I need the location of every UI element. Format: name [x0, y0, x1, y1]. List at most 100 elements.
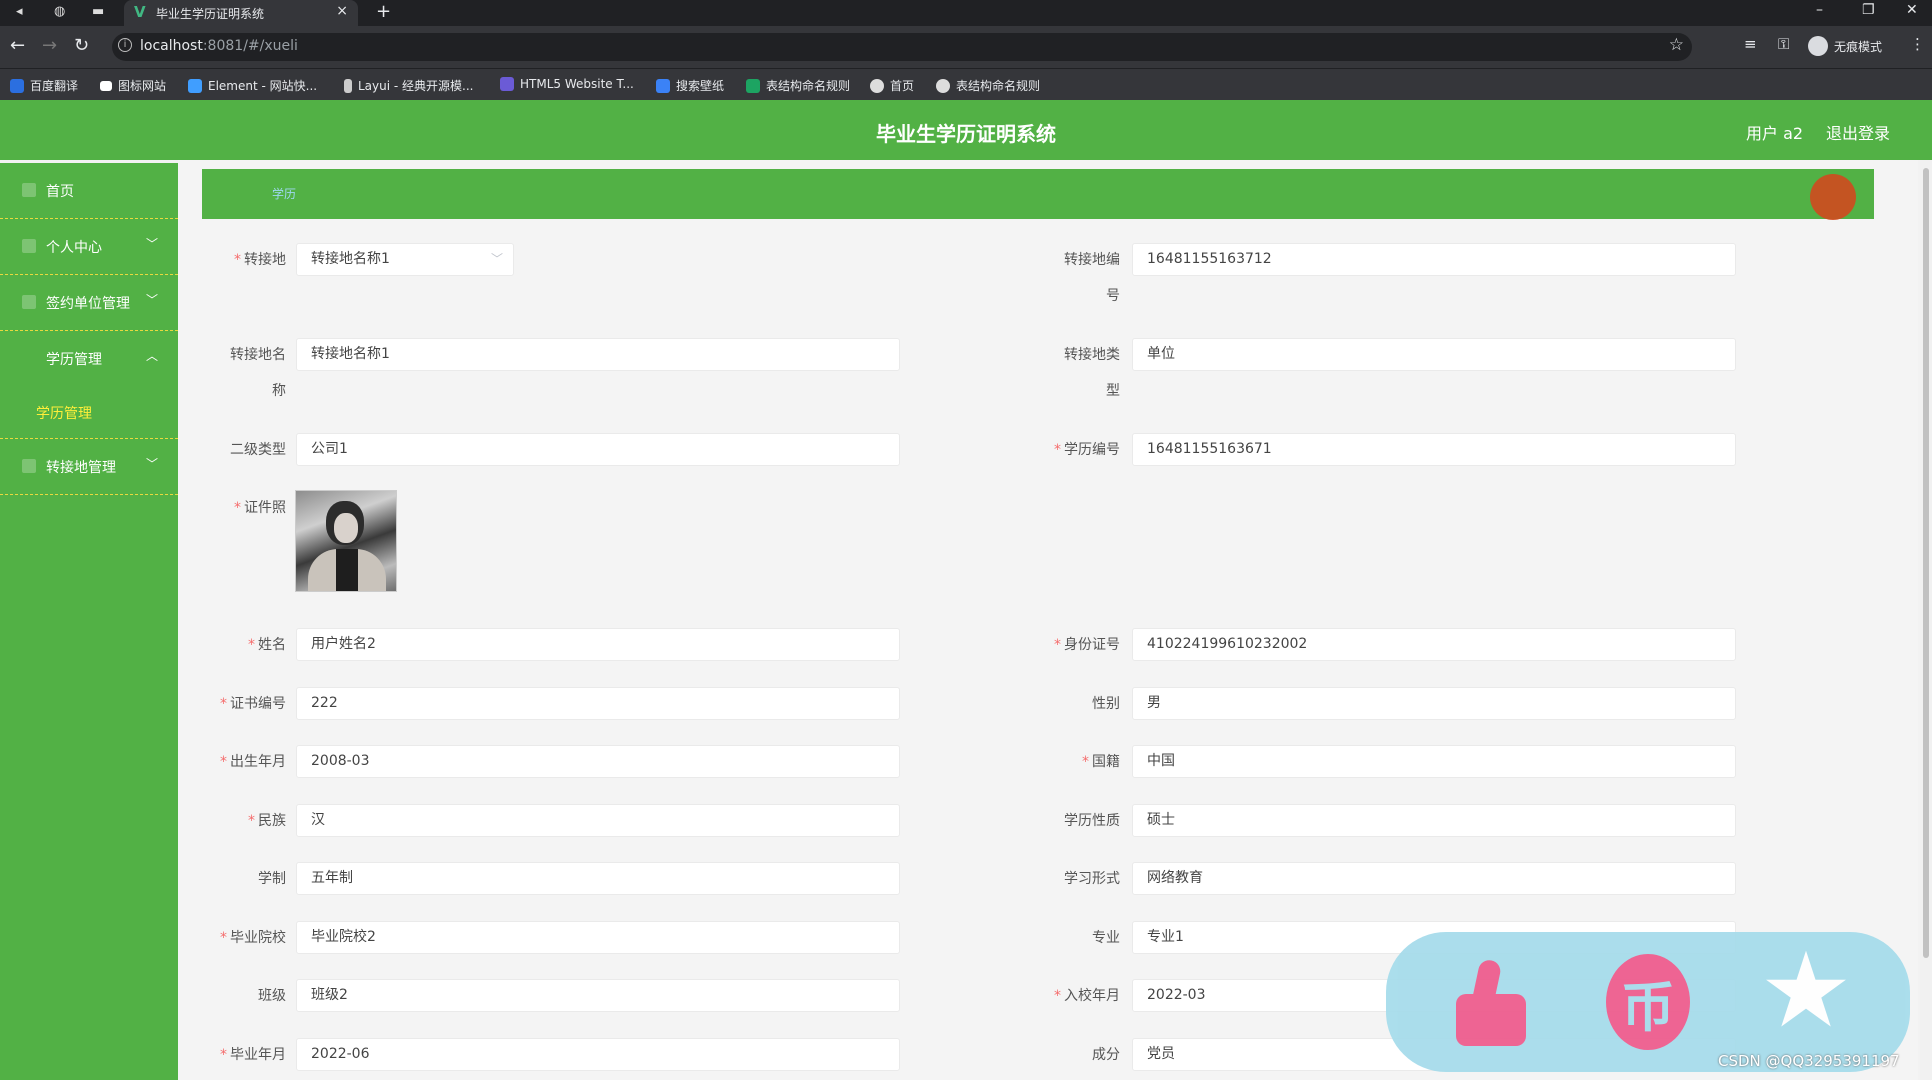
- key-icon[interactable]: ⚿: [1778, 35, 1789, 53]
- field-label: 学制: [258, 871, 286, 887]
- transfer-location-code-field[interactable]: 1648115516371​2: [1132, 243, 1736, 276]
- sidebar-item-employer-management[interactable]: 签约单位管理 ﹀: [0, 275, 178, 331]
- reading-list-icon[interactable]: ≡: [1744, 35, 1757, 53]
- chevron-down-icon: ﹀: [145, 457, 158, 471]
- incognito-badge[interactable]: 无痕模式: [1808, 32, 1882, 60]
- study-mode-field[interactable]: 网络教育: [1132, 862, 1736, 895]
- browser-tab[interactable]: V 毕业生学历证明系统 ×: [124, 0, 358, 26]
- program-length-field[interactable]: 五年制: [296, 862, 900, 895]
- sidebar-item-transfer-management[interactable]: 转接地管理 ﹀: [0, 439, 178, 495]
- like-thumb-icon[interactable]: [1442, 954, 1538, 1050]
- bookmark-star-icon[interactable]: ☆: [1669, 35, 1684, 55]
- id-photo[interactable]: [295, 490, 397, 592]
- back-icon[interactable]: ←: [10, 35, 25, 56]
- window-icon[interactable]: ▬: [92, 4, 104, 19]
- forward-icon[interactable]: →: [42, 35, 57, 56]
- coin-icon[interactable]: 币: [1600, 954, 1696, 1050]
- chevron-up-icon: ︿: [145, 349, 158, 363]
- bookmark-item[interactable]: Layui - 经典开源模...: [344, 77, 473, 94]
- field-label: * 民族: [248, 813, 286, 829]
- current-user: 用户 a2: [1746, 124, 1804, 143]
- field-label: * 身份证号: [1054, 637, 1120, 653]
- app-title: 毕业生学历证明系统: [876, 122, 1056, 146]
- field-label: 二级类型: [230, 442, 286, 458]
- education-nature-field[interactable]: 硕士: [1132, 804, 1736, 837]
- field-label: 转接地名称: [230, 347, 286, 399]
- class-field[interactable]: 班级2: [296, 979, 900, 1012]
- watermark: CSDN @QQ3295391197: [1718, 1052, 1900, 1070]
- scrollbar-thumb[interactable]: [1923, 168, 1929, 958]
- bookmark-item[interactable]: 搜索壁纸: [656, 77, 724, 94]
- field-label: 转接地类型: [1064, 347, 1120, 399]
- page-scrollbar[interactable]: [1920, 160, 1932, 1080]
- bookmark-item[interactable]: HTML5 Website T...: [500, 77, 634, 91]
- field-label: * 国籍: [1082, 754, 1120, 770]
- html5-icon: [500, 77, 514, 91]
- bookmark-item[interactable]: 百度翻译: [10, 77, 78, 94]
- media-icon[interactable]: ◂: [16, 4, 23, 19]
- field-label: * 入校年月: [1054, 988, 1120, 1004]
- field-label: 成分: [1092, 1047, 1120, 1063]
- ethnicity-field[interactable]: 汉: [296, 804, 900, 837]
- browser-toolbar: ← → ↻ i localhost:8081/#/xueli ☆ ≡ ⚿ 无痕模…: [0, 26, 1932, 68]
- field-label: 转接地编号: [1064, 252, 1120, 304]
- more-menu-icon[interactable]: ⋮: [1910, 35, 1925, 53]
- name-field[interactable]: 用户姓名2: [296, 628, 900, 661]
- reload-icon[interactable]: ↻: [74, 35, 89, 56]
- gender-field[interactable]: 男: [1132, 687, 1736, 720]
- sidebar-item-home[interactable]: 首页: [0, 163, 178, 219]
- element-icon: [188, 78, 202, 93]
- globe-icon[interactable]: ◍: [54, 4, 65, 19]
- minimize-icon[interactable]: –: [1816, 2, 1823, 18]
- graduate-school-field[interactable]: 毕业院校2: [296, 921, 900, 954]
- globe-icon: [936, 78, 950, 93]
- field-label: * 毕业年月: [220, 1047, 286, 1063]
- bookmark-item[interactable]: 表结构命名规则: [936, 77, 1040, 94]
- field-label: 性别: [1092, 696, 1120, 712]
- field-label: * 出生年月: [220, 754, 286, 770]
- sidebar-item-label: 首页: [46, 184, 74, 200]
- field-label: 学习形式: [1064, 871, 1120, 887]
- bookmark-item[interactable]: Element - 网站快...: [188, 77, 317, 94]
- chevron-down-icon: ﹀: [490, 252, 503, 266]
- incognito-icon: [1808, 36, 1828, 56]
- logout-button[interactable]: 退出登录: [1826, 120, 1890, 144]
- browser-tabbar: ◂ ◍ ▬ V 毕业生学历证明系统 × + – ❐ ✕: [0, 0, 1932, 26]
- field-label: * 证件照: [234, 500, 286, 516]
- graduation-month-field[interactable]: 2022-06: [296, 1038, 900, 1071]
- close-tab-icon[interactable]: ×: [336, 3, 348, 19]
- sidebar-item-label: 个人中心: [46, 240, 102, 256]
- sidebar-item-personal-center[interactable]: 个人中心 ﹀: [0, 219, 178, 275]
- transfer-location-select[interactable]: 转接地名称1 ﹀: [296, 243, 514, 276]
- education-code-field[interactable]: 16481155163671: [1132, 433, 1736, 466]
- cursor-highlight: [1810, 174, 1856, 220]
- chevron-down-icon: ﹀: [145, 293, 158, 307]
- secondary-type-field[interactable]: 公司1: [296, 433, 900, 466]
- breadcrumb-item[interactable]: 学历: [272, 185, 296, 202]
- vue-icon: V: [134, 3, 146, 21]
- field-label: 班级: [258, 988, 286, 1004]
- nationality-field[interactable]: 中国: [1132, 745, 1736, 778]
- transfer-location-name-field[interactable]: 转接地名称1: [296, 338, 900, 371]
- bookmark-item[interactable]: 图标网站: [100, 77, 166, 94]
- bookmark-item[interactable]: 首页: [870, 77, 914, 94]
- sidebar-subitem-education-management[interactable]: 学历管理: [0, 387, 178, 439]
- id-number-field[interactable]: 410224199610232002: [1132, 628, 1736, 661]
- favorite-star-icon[interactable]: ★: [1758, 938, 1854, 1042]
- sidebar-item-label: 学历管理: [46, 352, 102, 368]
- field-label: * 毕业院校: [220, 930, 286, 946]
- field-label: * 姓名: [248, 637, 286, 653]
- sidebar-item-education-management[interactable]: 学历管理 ︿: [0, 331, 178, 387]
- restore-icon[interactable]: ❐: [1862, 2, 1875, 18]
- bookmarks-bar: 百度翻译 图标网站 Element - 网站快... Layui - 经典开源模…: [0, 68, 1932, 100]
- certificate-number-field[interactable]: 222: [296, 687, 900, 720]
- new-tab-icon[interactable]: +: [376, 1, 391, 22]
- home-icon: [22, 183, 36, 197]
- like-coin-favorite-overlay: 币 ★: [1386, 932, 1910, 1072]
- transfer-location-type-field[interactable]: 单位: [1132, 338, 1736, 371]
- site-info-icon[interactable]: i: [118, 38, 132, 52]
- address-bar[interactable]: i localhost:8081/#/xueli ☆: [112, 33, 1692, 61]
- bookmark-item[interactable]: 表结构命名规则: [746, 77, 850, 94]
- birth-month-field[interactable]: 2008-03: [296, 745, 900, 778]
- close-window-icon[interactable]: ✕: [1906, 2, 1918, 18]
